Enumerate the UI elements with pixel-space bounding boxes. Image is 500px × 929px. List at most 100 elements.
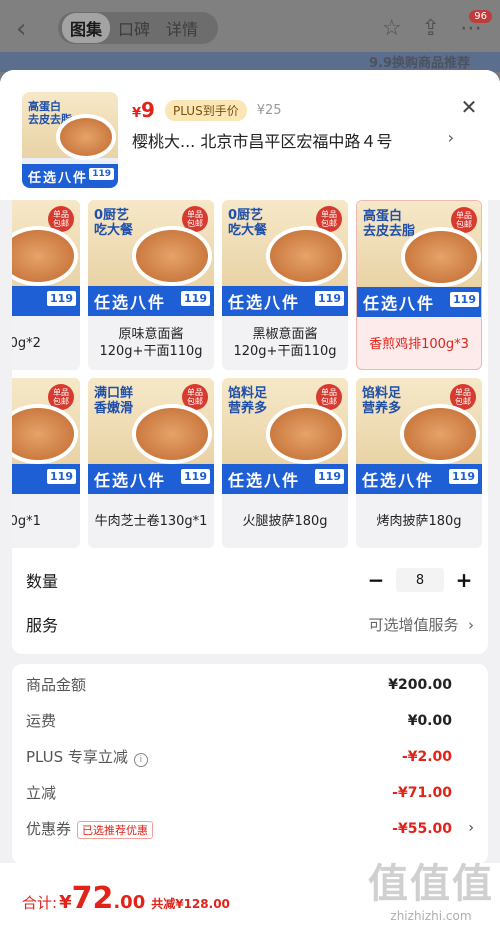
- goods-amount-label: 商品金额: [26, 676, 87, 694]
- background-nav-bar: ‹ 图集 口碑 详情 ☆ ⇪ ⋯ 96: [0, 0, 500, 60]
- shipping-value: ¥0.00: [407, 712, 452, 729]
- favorite-icon[interactable]: ☆: [382, 16, 402, 41]
- product-band-text: 任选八件: [228, 471, 301, 490]
- product-label: 100g*1: [12, 513, 41, 529]
- background-actions: ☆ ⇪ ⋯: [382, 16, 482, 41]
- background-tabs: 图集 口碑 详情: [58, 12, 218, 44]
- product-card[interactable]: 满口鲜 香嫩滑 单品 包邮 任选八件 119 牛肉芝士卷130g*1: [88, 378, 214, 548]
- sheet-header: 高蛋白 去皮去脂 任选八件 119 ¥9 PLUS到手价 ¥25 ✕ 樱桃大..…: [0, 70, 500, 200]
- product-title-address[interactable]: 樱桃大... 北京市昌平区宏福中路４号: [132, 128, 432, 152]
- close-icon[interactable]: ✕: [458, 96, 480, 118]
- service-label: 服务: [26, 616, 59, 635]
- total-label: 合计:: [22, 894, 58, 912]
- product-band-number: 119: [315, 469, 344, 484]
- product-band-number: 119: [47, 291, 76, 306]
- watermark: 值值值 zhizhizhi.com: [368, 851, 494, 923]
- product-label: 原味意面酱120g+干面110g: [99, 327, 203, 359]
- decrement-button[interactable]: −: [366, 568, 386, 592]
- discount-value: -¥71.00: [392, 784, 452, 801]
- product-image: 单品包邮件119: [12, 200, 80, 316]
- product-image: 高蛋白 去皮去脂 单品 包邮 任选八件 119: [357, 201, 481, 317]
- coupon-row[interactable]: 优惠券 已选推荐优惠 -¥55.00: [26, 818, 452, 839]
- badge-stamp-icon: 单品 包邮: [182, 206, 208, 232]
- badge-stamp-icon: 单品 包邮: [48, 384, 74, 410]
- product-label: 香煎鸡排100g*3: [369, 336, 469, 352]
- product-band-number: 119: [315, 291, 344, 306]
- goods-amount-row: 商品金额 ¥200.00: [26, 674, 452, 695]
- badge-stamp-icon: 单品 包邮: [316, 384, 342, 410]
- product-thumbnail: 高蛋白 去皮去脂 任选八件 119: [22, 92, 118, 188]
- service-row[interactable]: 服务 可选增值服务 ›: [26, 612, 474, 636]
- product-image: 0厨艺 吃大餐 单品 包邮 任选八件 119: [88, 200, 214, 316]
- product-band: 任选八件 119: [88, 286, 214, 316]
- thumb-dish-image: [60, 118, 112, 156]
- product-headline: 0厨艺 吃大餐: [228, 208, 268, 238]
- coupon-value: -¥55.00: [392, 820, 452, 837]
- product-band: 任选八件 119: [222, 286, 348, 316]
- dish-image: [136, 408, 208, 460]
- price-row: ¥9 PLUS到手价 ¥25: [132, 98, 282, 122]
- tab-details[interactable]: 详情: [158, 13, 206, 43]
- product-label: 黑椒意面酱120g+干面110g: [233, 327, 337, 359]
- quantity-label: 数量: [26, 572, 59, 591]
- total-currency: ¥: [59, 892, 72, 913]
- product-label: 烤肉披萨180g: [376, 513, 462, 529]
- product-image: 馅料足 营养多 单品 包邮 任选八件 119: [356, 378, 482, 494]
- product-band-text: 任选八件: [363, 294, 436, 313]
- plus-price-tag: PLUS到手价: [164, 99, 247, 121]
- product-card[interactable]: 0厨艺 吃大餐 单品 包邮 任选八件 119 原味意面酱120g+干面110g: [88, 200, 214, 370]
- thumb-band-number: 119: [89, 168, 114, 180]
- info-icon[interactable]: i: [133, 753, 148, 767]
- thumb-band-text: 任选八件: [28, 170, 89, 186]
- product-headline: 馅料足 营养多: [362, 386, 402, 416]
- increment-button[interactable]: +: [454, 568, 474, 592]
- product-band: 件119: [12, 464, 80, 494]
- coupon-label: 优惠券 已选推荐优惠: [26, 818, 154, 839]
- product-card[interactable]: 单品包邮件119 100g*1: [12, 378, 80, 548]
- total-decimal: .00: [113, 892, 146, 913]
- watermark-logo: 值值值: [368, 861, 494, 907]
- coupon-tag: 已选推荐优惠: [77, 821, 154, 839]
- product-headline: 满口鲜 香嫩滑: [94, 386, 134, 416]
- product-card[interactable]: 高蛋白 去皮去脂 单品 包邮 任选八件 119 香煎鸡排100g*3: [356, 200, 482, 370]
- options-panel: 数量 − 8 + 服务 可选增值服务 ›: [12, 548, 488, 654]
- total-amount: 合计: ¥ 72 .00 共减¥128.00: [22, 881, 230, 916]
- product-band: 任选八件 119: [222, 464, 348, 494]
- discount-row: 立减 -¥71.00: [26, 782, 452, 803]
- badge-stamp-icon: 单品 包邮: [48, 206, 74, 232]
- chevron-right-icon[interactable]: ›: [448, 128, 454, 147]
- product-card[interactable]: 馅料足 营养多 单品 包邮 任选八件 119 火腿披萨180g: [222, 378, 348, 548]
- product-card[interactable]: 0厨艺 吃大餐 单品 包邮 任选八件 119 黑椒意面酱120g+干面110g: [222, 200, 348, 370]
- product-band: 件119: [12, 286, 80, 316]
- quantity-row: 数量 − 8 +: [26, 568, 474, 592]
- chevron-right-icon[interactable]: ›: [468, 820, 474, 836]
- dish-image: [270, 408, 342, 460]
- product-image: 0厨艺 吃大餐 单品 包邮 任选八件 119: [222, 200, 348, 316]
- plus-discount-value: -¥2.00: [401, 748, 452, 765]
- product-image: 满口鲜 香嫩滑 单品 包邮 任选八件 119: [88, 378, 214, 494]
- dish-image: [404, 408, 476, 460]
- tab-gallery[interactable]: 图集: [62, 13, 111, 43]
- purchase-sheet: 高蛋白 去皮去脂 任选八件 119 ¥9 PLUS到手价 ¥25 ✕ 樱桃大..…: [0, 70, 500, 929]
- product-band-text: 任选八件: [94, 293, 167, 312]
- total-integer: 72: [71, 881, 114, 916]
- back-icon[interactable]: ‹: [16, 14, 26, 44]
- service-value: 可选增值服务 ›: [368, 615, 474, 634]
- product-image: 馅料足 营养多 单品 包邮任选八件 119: [222, 378, 348, 494]
- product-band: 任选八件 119: [357, 287, 481, 317]
- quantity-input[interactable]: 8: [396, 568, 444, 592]
- product-headline: 馅料足 营养多: [228, 386, 268, 416]
- share-icon[interactable]: ⇪: [422, 16, 440, 41]
- product-band-number: 119: [47, 469, 76, 484]
- product-image: 单品包邮件119: [12, 378, 80, 494]
- product-band-text: 任选八件: [362, 471, 435, 490]
- background-strip-text: 9.9换购商品推荐: [368, 56, 470, 71]
- original-price: ¥25: [256, 102, 282, 118]
- product-band-text: 任选八件: [94, 471, 167, 490]
- tab-reviews[interactable]: 口碑: [110, 13, 158, 43]
- thumb-headline: 高蛋白 去皮去脂: [28, 100, 72, 126]
- product-card[interactable]: 单品包邮件119 200g*2: [12, 200, 80, 370]
- product-variant-grid: 单品包邮件119200g*20厨艺 吃大餐单品包邮任选八件119原味意面酱120…: [12, 200, 488, 548]
- dish-image: [136, 230, 208, 282]
- product-card[interactable]: 馅料足 营养多 单品 包邮 任选八件 119 烤肉披萨180g: [356, 378, 482, 548]
